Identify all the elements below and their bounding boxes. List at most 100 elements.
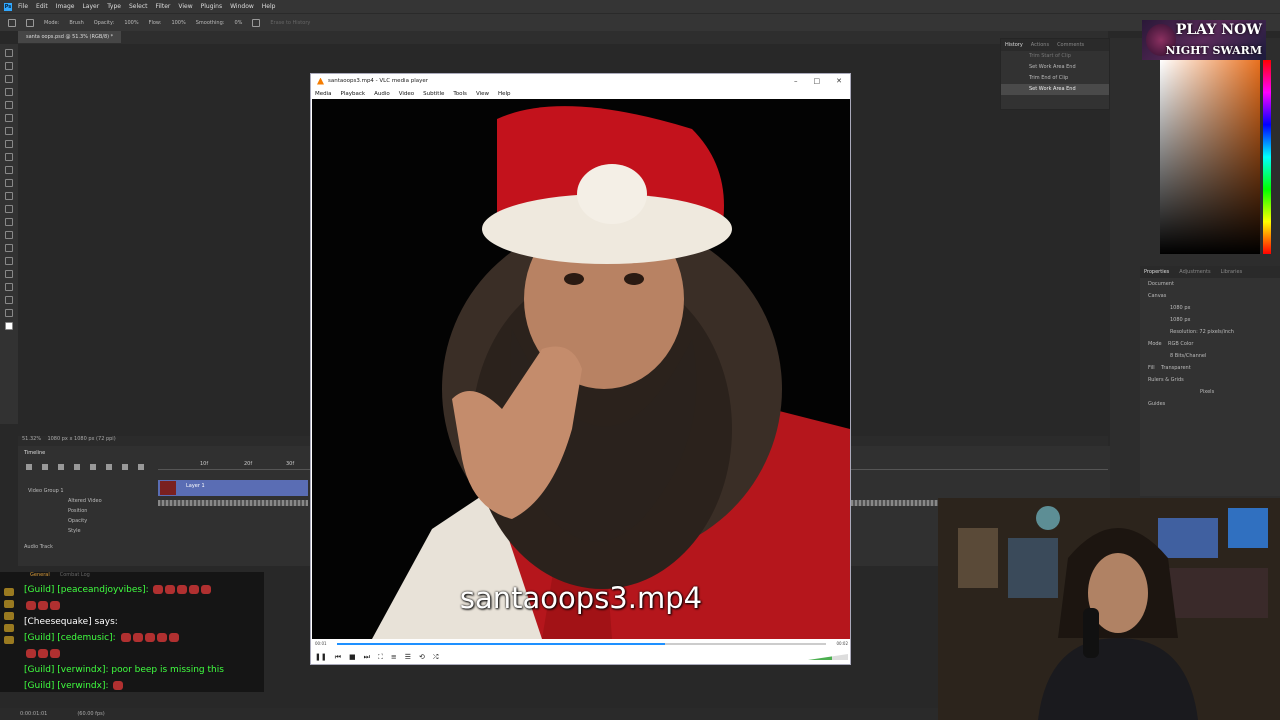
transition-icon[interactable] [138,464,144,470]
crop-tool-icon[interactable] [5,101,13,109]
pause-icon[interactable]: ❚❚ [315,653,327,661]
vlc-menu-audio[interactable]: Audio [374,91,390,97]
marquee-tool-icon[interactable] [5,62,13,70]
menu-window[interactable]: Window [230,3,254,10]
opacity-field[interactable]: 100% [124,20,138,26]
history-row[interactable]: Trim End of Clip [1001,73,1109,84]
history-brush-icon[interactable] [26,18,34,27]
vlc-menu-media[interactable]: Media [315,91,332,97]
history-brush-tool-icon[interactable] [5,179,13,187]
history-row[interactable]: Set Work Area End [1001,62,1109,73]
gear-icon[interactable] [252,18,261,27]
dodge-tool-icon[interactable] [5,231,13,239]
previous-icon[interactable]: ⏮ [335,653,341,662]
next-icon[interactable]: ⏭ [364,653,370,662]
stamp-tool-icon[interactable] [5,166,13,174]
fullscreen-icon[interactable]: ⛶ [378,653,383,662]
video-group-label[interactable]: Video Group 1 [28,486,102,496]
tab-actions[interactable]: Actions [1031,42,1049,48]
hand-tool-icon[interactable] [5,296,13,304]
erase-to-history-checkbox[interactable]: Erase to History [270,20,310,26]
document-tab[interactable]: santa oops.psd @ 51.3% (RGB/8) * [18,31,122,43]
chat-tab-combat-log[interactable]: Combat Log [60,572,90,582]
mode-select[interactable]: Brush [69,20,83,26]
prev-frame-icon[interactable] [42,464,48,470]
vlc-menu-view[interactable]: View [476,91,489,97]
vlc-titlebar[interactable]: santaoops3.mp4 - VLC media player – □ ✕ [311,74,850,88]
loop-icon[interactable]: ⟲ [419,653,425,661]
history-row[interactable]: Trim Start of Clip [1001,51,1109,62]
chat-tab-general[interactable]: General [30,572,50,582]
work-area-strip[interactable] [158,500,308,506]
color-mode-select[interactable]: RGB Color [1168,341,1193,347]
tab-libraries[interactable]: Libraries [1221,269,1243,275]
healing-tool-icon[interactable] [5,140,13,148]
menu-layer[interactable]: Layer [82,3,99,10]
extended-settings-icon[interactable]: ≡ [391,653,397,661]
home-icon[interactable] [8,18,16,27]
hue-slider[interactable] [1263,60,1271,254]
audio-icon[interactable] [90,464,96,470]
blur-tool-icon[interactable] [5,218,13,226]
menu-filter[interactable]: Filter [156,3,171,10]
maximize-icon[interactable]: □ [814,77,821,85]
menu-help[interactable]: Help [262,3,276,10]
tab-properties[interactable]: Properties [1144,269,1169,275]
playlist-icon[interactable]: ☰ [405,653,411,661]
gradient-tool-icon[interactable] [5,205,13,213]
vlc-menu-video[interactable]: Video [399,91,414,97]
path-select-tool-icon[interactable] [5,270,13,278]
fill-select[interactable]: Transparent [1161,365,1191,371]
smoothing-field[interactable]: 0% [234,20,242,26]
tab-adjustments[interactable]: Adjustments [1179,269,1210,275]
color-swatches-icon[interactable] [5,322,13,330]
video-clip[interactable]: Layer 1 [158,480,308,496]
shuffle-icon[interactable]: ⤮ [433,653,439,662]
tab-history[interactable]: History [1005,42,1023,48]
menu-image[interactable]: Image [56,3,75,10]
lasso-tool-icon[interactable] [5,75,13,83]
chat-menu-icon[interactable] [4,588,14,596]
track-property[interactable]: Style [28,526,102,536]
menu-plugins[interactable]: Plugins [201,3,223,10]
bit-depth-select[interactable]: 8 Bits/Channel [1140,350,1280,362]
units-select[interactable]: Pixels [1140,386,1280,398]
chat-voice-icon[interactable] [4,612,14,620]
vlc-menu-help[interactable]: Help [498,91,511,97]
canvas-width-field[interactable]: 1080 px [1140,302,1280,314]
track-property[interactable]: Opacity [28,516,102,526]
eyedropper-tool-icon[interactable] [5,127,13,135]
vlc-menu-tools[interactable]: Tools [453,91,467,97]
chat-settings-icon[interactable] [4,636,14,644]
track-property[interactable]: Position [28,506,102,516]
close-icon[interactable]: ✕ [836,77,842,85]
shape-tool-icon[interactable] [5,283,13,291]
minimize-icon[interactable]: – [794,77,798,85]
quick-select-tool-icon[interactable] [5,88,13,96]
volume-slider[interactable] [808,654,848,660]
frame-tool-icon[interactable] [5,114,13,122]
vlc-menu-playback[interactable]: Playback [341,91,366,97]
menu-edit[interactable]: Edit [36,3,48,10]
settings-icon[interactable] [106,464,112,470]
next-frame-icon[interactable] [74,464,80,470]
move-tool-icon[interactable] [5,49,13,57]
audio-track-label[interactable]: Audio Track [24,544,53,550]
zoom-tool-icon[interactable] [5,309,13,317]
menu-select[interactable]: Select [129,3,148,10]
flow-field[interactable]: 100% [171,20,185,26]
eraser-tool-icon[interactable] [5,192,13,200]
cut-icon[interactable] [122,464,128,470]
stop-icon[interactable]: ■ [349,653,356,661]
video-frame[interactable]: santaoops3.mp4 [312,99,850,639]
history-row[interactable]: Set Work Area End [1001,84,1109,95]
vlc-menu-subtitle[interactable]: Subtitle [423,91,444,97]
pen-tool-icon[interactable] [5,244,13,252]
track-property[interactable]: Altered Video [28,496,102,506]
current-time[interactable]: 0:00:01:01 [20,711,47,717]
play-icon[interactable] [58,464,64,470]
brush-tool-icon[interactable] [5,153,13,161]
menu-type[interactable]: Type [107,3,121,10]
tab-comments[interactable]: Comments [1057,42,1084,48]
menu-file[interactable]: File [18,3,28,10]
